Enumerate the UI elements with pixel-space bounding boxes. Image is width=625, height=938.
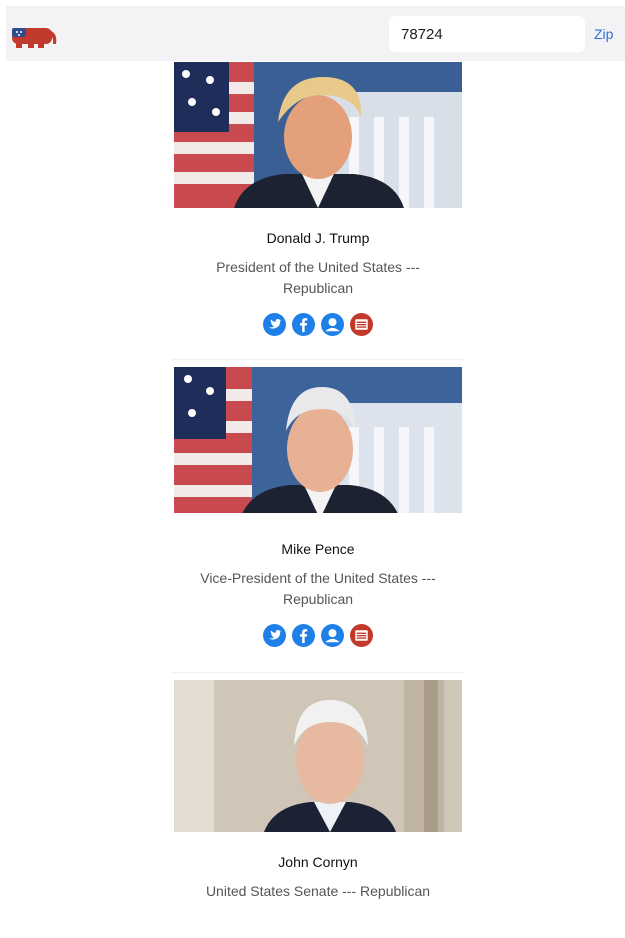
- official-name: Donald J. Trump: [266, 230, 370, 246]
- card-divider: [172, 672, 464, 673]
- facebook-icon[interactable]: [292, 624, 315, 647]
- official-title: President of the United States --- Repub…: [216, 259, 420, 296]
- official-photo: [174, 367, 462, 513]
- official-card: Mike Pence Vice-President of the United …: [172, 359, 464, 648]
- republican-elephant-logo-icon[interactable]: [8, 18, 58, 50]
- official-name: John Cornyn: [278, 854, 358, 870]
- card-divider: [172, 359, 464, 360]
- website-icon[interactable]: [350, 624, 373, 647]
- profile-icon[interactable]: [321, 313, 344, 336]
- zip-code-input[interactable]: [389, 16, 585, 52]
- official-card: John Cornyn United States Senate --- Rep…: [172, 672, 464, 938]
- twitter-icon[interactable]: [263, 313, 286, 336]
- profile-icon[interactable]: [321, 624, 344, 647]
- official-name: Mike Pence: [281, 541, 355, 557]
- website-icon[interactable]: [350, 313, 373, 336]
- social-icons: [172, 624, 464, 648]
- official-card: Donald J. Trump President of the United …: [172, 62, 464, 342]
- social-icons: [172, 313, 464, 337]
- official-photo: [174, 680, 462, 832]
- twitter-icon[interactable]: [263, 624, 286, 647]
- top-bar: Zip: [6, 6, 625, 61]
- official-photo: [174, 62, 462, 208]
- zip-search-button[interactable]: Zip: [594, 24, 624, 44]
- facebook-icon[interactable]: [292, 313, 315, 336]
- official-title: Vice-President of the United States --- …: [200, 570, 436, 607]
- official-title: United States Senate --- Republican: [205, 883, 431, 899]
